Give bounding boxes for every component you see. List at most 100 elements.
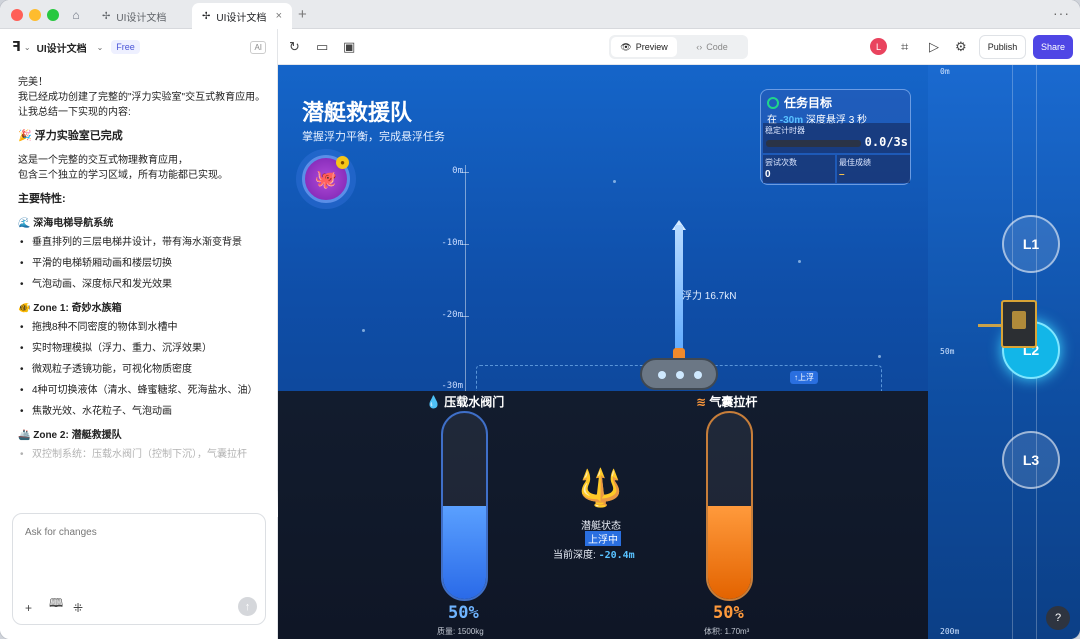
play-icon[interactable]: ▷ [929,39,939,55]
depth-tick: -10m [441,238,463,248]
target-icon [767,97,779,109]
more-options-icon[interactable]: ··· [1053,5,1070,21]
list-item: 4种可切换液体（清水、蜂蜜糖浆、死海盐水、油） [18,383,268,398]
app-logo-icon[interactable]: ꟻ [12,39,21,55]
design-file-icon: ✢ [202,10,211,22]
bubble [878,355,881,358]
avatar[interactable]: L [870,38,887,55]
trident-icon: 🔱 [578,467,623,508]
plan-badge: Free [111,40,140,54]
page-title: 潜艇救援队 [302,100,413,125]
code-icon: ‹› [696,42,703,52]
help-button[interactable]: ? [1046,606,1070,630]
book-icon[interactable]: 🕮 [49,594,63,615]
layout-icon[interactable]: ▭ [316,39,328,55]
list-item: 实时物理模拟（浮力、重力、沉浮效果） [18,341,268,356]
close-window-button[interactable] [11,9,23,21]
message-heading: 🎉 浮力实验室已完成 [18,130,123,142]
attempts-label: 尝试次数 [765,158,797,167]
message-text: 我已经成功创建了完整的"浮力实验室"交互式教育应用。 [18,92,266,103]
list-item: 焦散光效、水花粒子、气泡动画 [18,404,268,419]
level-button-l1[interactable]: L1 [1002,215,1060,273]
section-heading: 🐠 Zone 1: 奇妙水族箱 [18,303,122,314]
ballast-title: 💧 压载水阀门 [426,393,504,410]
select-element-icon[interactable]: ⁜ [73,601,83,615]
minimize-window-button[interactable] [29,9,41,21]
page-subtitle: 掌握浮力平衡，完成悬浮任务 [302,131,445,143]
coin-icon: ● [336,156,349,169]
chat-input[interactable]: Ask for changes [25,527,97,538]
chevron-down-icon[interactable]: ⌄ [24,43,31,52]
water-drop-icon: 💧 [426,395,441,409]
publish-button[interactable]: Publish [979,35,1026,59]
current-depth: 当前深度: -20.4m [553,546,635,561]
ballast-percent: 50% [448,603,479,623]
chat-panel: ꟻ ⌄ UI设计文档 ⌄ Free AI 完美！ 我已经成功创建了完整的"浮力实… [0,29,278,639]
share-button[interactable]: Share [1033,35,1073,59]
mission-title: 任务目标 [767,94,832,111]
chevron-down-icon[interactable]: ⌄ [97,43,104,52]
list-item: 平滑的电梯轿厢动画和楼层切换 [18,256,268,271]
chat-input-box[interactable]: Ask for changes + 🕮 ⁜ ↑ [12,513,266,625]
timer-label: 稳定计时器 [765,126,805,135]
submarine [640,358,718,390]
app-preview: 0m 50m 200m L1 L2 L3 潜艇救援队 掌握浮力平衡，完成悬浮任务… [278,65,1080,639]
depth-label: 0m [940,67,950,76]
message-text: 完美！ [18,77,48,88]
maximize-window-button[interactable] [47,9,59,21]
wind-icon: ≋ [696,395,707,409]
stability-timer: 稳定计时器 0.0/3s [763,123,910,153]
message-heading: 主要特性: [18,193,66,205]
attempts-value: 0 [765,169,771,180]
message-text: 让我总结一下实现的内容: [18,107,131,118]
tick-line [461,172,469,173]
rising-tag: ↑上浮 [790,371,818,384]
mission-panel: 任务目标 在 -30m 深度悬浮 3 秒 稳定计时器 0.0/3s 尝试次数 0… [760,89,911,185]
level-button-l3[interactable]: L3 [1002,431,1060,489]
airbag-fill [708,506,751,599]
ballast-valve-slider[interactable] [441,411,488,601]
timer-progress-bar [766,140,861,147]
close-tab-icon[interactable]: × [276,10,282,22]
feature-list: 双控制系统：压载水阀门（控制下沉），气囊拉杆 [18,447,268,462]
tab-ui-doc-2[interactable]: ✢ UI设计文档 × [192,3,292,29]
send-button[interactable]: ↑ [238,597,257,616]
airbag-lever-slider[interactable] [706,411,753,601]
preview-tab[interactable]: 👁 Preview [611,37,677,57]
tab-ui-doc-1[interactable]: ✢ UI设计文档 [92,3,192,29]
device-icon[interactable]: ▣ [343,39,355,55]
current-depth-value: -20.4m [598,550,635,561]
new-tab-icon[interactable]: + [298,6,307,23]
airbag-percent: 50% [713,603,744,623]
list-item: 微观粒子透镜功能，可视化物质密度 [18,362,268,377]
section-heading: 🚢 Zone 2: 潜艇救援队 [18,430,122,441]
bubble [362,329,365,332]
airbag-volume: 体积: 1.70m³ [704,627,750,636]
scan-icon[interactable]: ⌗ [901,39,908,55]
list-item: 垂直排列的三层电梯井设计，带有海水渐变背景 [18,235,268,250]
ai-badge[interactable]: AI [250,40,266,54]
plus-icon[interactable]: + [25,601,32,615]
elevator-car [1001,300,1037,348]
refresh-icon[interactable]: ↻ [289,39,300,55]
bubble [798,260,801,263]
octopus-avatar[interactable]: 🐙 ● [302,155,350,203]
browser-tab-bar: ⌂ ✢ UI设计文档 ✢ UI设计文档 × + ··· [0,0,1080,29]
list-item: 气泡动画、深度标尺和发光效果 [18,277,268,292]
code-tab[interactable]: ‹› Code [679,37,745,57]
bubble [613,180,616,183]
home-icon[interactable]: ⌂ [62,4,90,25]
attempts-cell: 尝试次数 0 [763,155,835,183]
assistant-message: 完美！ 我已经成功创建了完整的"浮力实验室"交互式教育应用。 让我总结一下实现的… [18,75,268,468]
tab-label: UI设计文档 [216,12,267,24]
tab-label: UI设计文档 [116,12,167,24]
best-score-cell: 最佳成绩 – [837,155,910,183]
mission-title-text: 任务目标 [784,96,833,110]
ballast-title-text: 压载水阀门 [444,395,505,409]
ballast-fill [443,506,486,599]
ballast-mass: 质量: 1500kg [437,627,484,636]
project-header: ꟻ ⌄ UI设计文档 ⌄ Free AI [0,29,278,65]
gear-icon[interactable]: ⚙ [955,39,967,55]
best-label: 最佳成绩 [839,158,871,167]
project-name[interactable]: UI设计文档 [37,40,87,55]
